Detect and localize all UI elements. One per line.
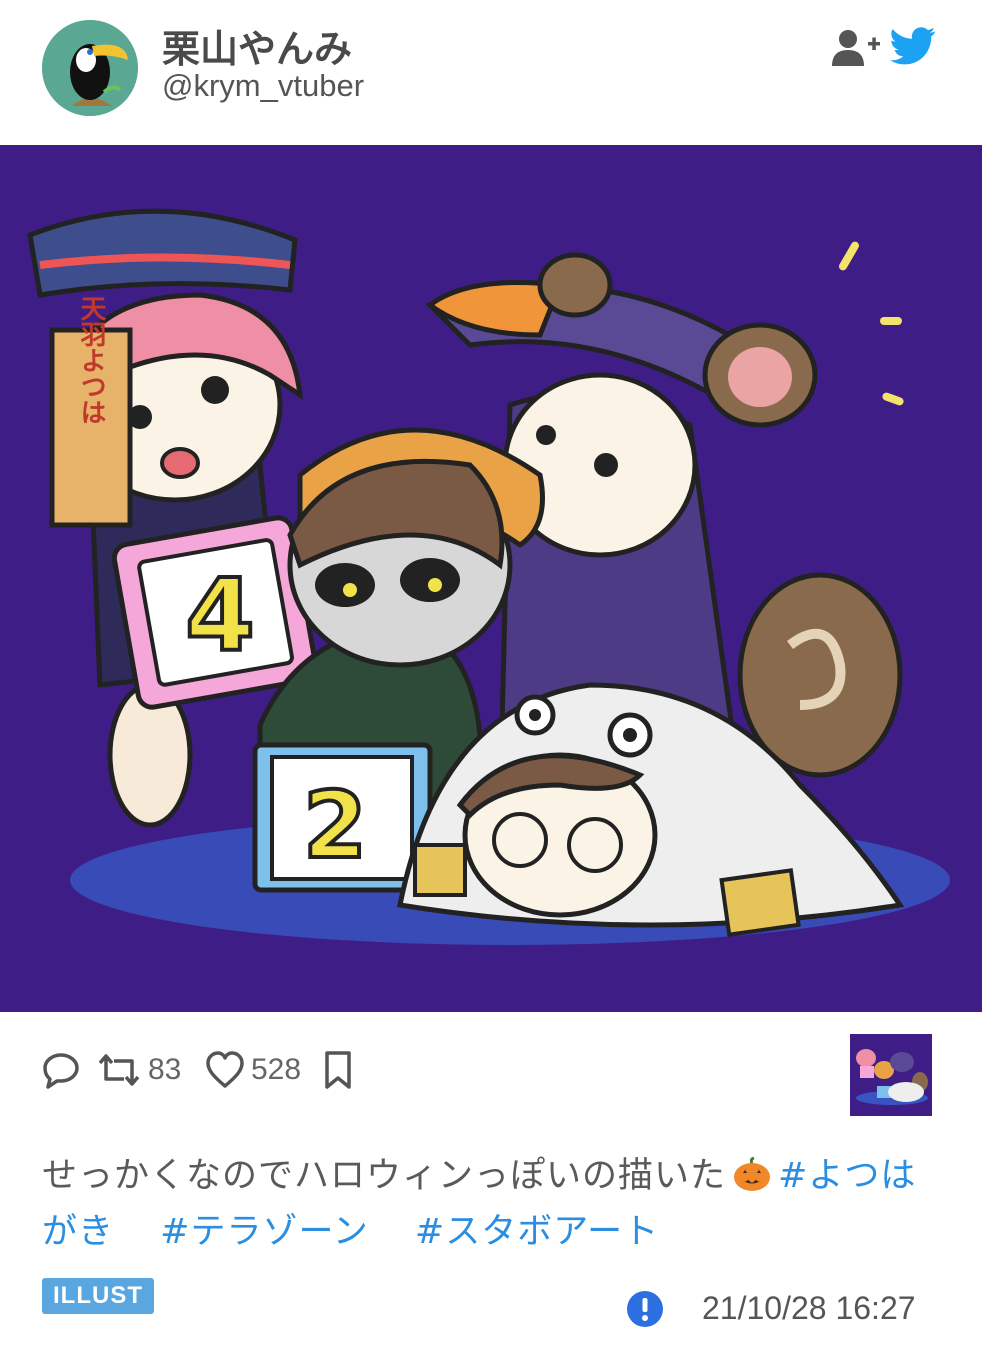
bookmark-button[interactable] [322,1040,354,1100]
svg-text:2: 2 [303,772,367,879]
svg-text:天羽よつは: 天羽よつは [76,295,106,425]
post-type-badge: ILLUST [42,1278,154,1314]
alert-icon [627,1291,663,1327]
follow-user-button[interactable] [830,28,882,68]
reply-icon [43,1053,79,1089]
illustration-thumbnail[interactable] [850,1034,932,1116]
like-count: 528 [251,1053,302,1086]
svg-text:4: 4 [185,557,255,674]
twitter-bird-icon [890,27,936,65]
reply-button[interactable] [42,1040,80,1100]
tweet-text: せっかくなのでハロウィンっぽいの描いた #よつはがき #テラゾーン #スタボアー… [42,1148,942,1260]
retweet-icon [98,1054,140,1086]
action-bar: 83 528 [0,1040,982,1110]
retweet-count: 83 [148,1053,182,1086]
add-user-icon [832,30,880,66]
display-name[interactable]: 栗山やんみ [162,18,352,73]
twitter-button[interactable] [890,26,936,66]
hashtag-link[interactable]: #スタボアート [415,1212,659,1252]
heart-icon [206,1051,244,1088]
illustration-image[interactable]: 天羽よつは 4 2 [0,145,982,1012]
user-avatar[interactable] [42,20,138,116]
post-header: 栗山やんみ @krym_vtuber [0,0,982,145]
pumpkin-emoji-icon [734,1157,771,1191]
retweet-button[interactable]: 83 [96,1040,181,1100]
user-handle[interactable]: @krym_vtuber [162,68,364,104]
hashtag-link[interactable]: #テラゾーン [160,1212,369,1252]
post-timestamp: 21/10/28 16:27 [702,1290,916,1326]
report-button[interactable] [626,1290,664,1328]
bookmark-icon [325,1051,351,1089]
like-button[interactable]: 528 [205,1040,301,1100]
tweet-body: せっかくなのでハロウィンっぽいの描いた [42,1156,727,1196]
